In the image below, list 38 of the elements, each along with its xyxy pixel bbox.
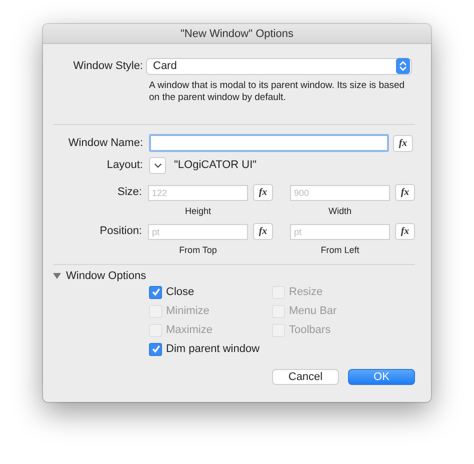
field-caption: Width [328,206,352,216]
field-label: Size: [116,185,143,198]
layout-dropdown[interactable] [149,156,166,174]
checkbox[interactable] [149,286,162,298]
checkbox-label: Dim parent window [166,343,260,355]
checkbox-label: Toolbars [289,324,331,336]
field-label: Position: [98,224,143,237]
field-label: Layout: [106,159,144,171]
fx-button[interactable]: fx [393,134,413,152]
field-label: Window Style: [72,60,144,72]
checkbox-label: Close [166,286,194,298]
checkbox-label: Resize [289,286,323,298]
checkbox-label: Maximize [166,324,212,336]
number-field[interactable]: pt [148,224,248,240]
fx-button[interactable]: fx [253,223,273,240]
field-caption: Height [184,206,211,216]
style-description: A window that is modal to its parent window. Its size is based on the parent window by default. [149,80,406,104]
fx-button[interactable]: fx [253,184,273,201]
field-caption: From Top [179,245,217,255]
checkbox-label: Menu Bar [289,305,337,317]
fx-button[interactable]: fx [395,184,415,201]
number-field[interactable]: 122 [148,184,248,200]
chevron-icon [154,162,162,168]
layout-name: "LOgiCATOR UI" [174,159,257,171]
number-field[interactable]: 900 [290,184,390,200]
section-title: Window Options [66,270,146,282]
number-field[interactable]: pt [290,224,390,240]
disclosure-triangle-icon[interactable] [53,272,61,280]
window-title: "New Window" Options [180,28,294,40]
window-style-popup[interactable]: Card [146,58,412,74]
cancel-button[interactable]: Cancel [272,369,339,385]
checkbox-label: Minimize [166,305,210,317]
checkbox[interactable] [149,342,162,356]
fx-button[interactable]: fx [395,223,415,240]
field-caption: From Left [320,245,360,255]
field-label: Window Name: [67,137,144,149]
stepper-icon [396,58,410,74]
window-name-field[interactable] [149,134,389,152]
